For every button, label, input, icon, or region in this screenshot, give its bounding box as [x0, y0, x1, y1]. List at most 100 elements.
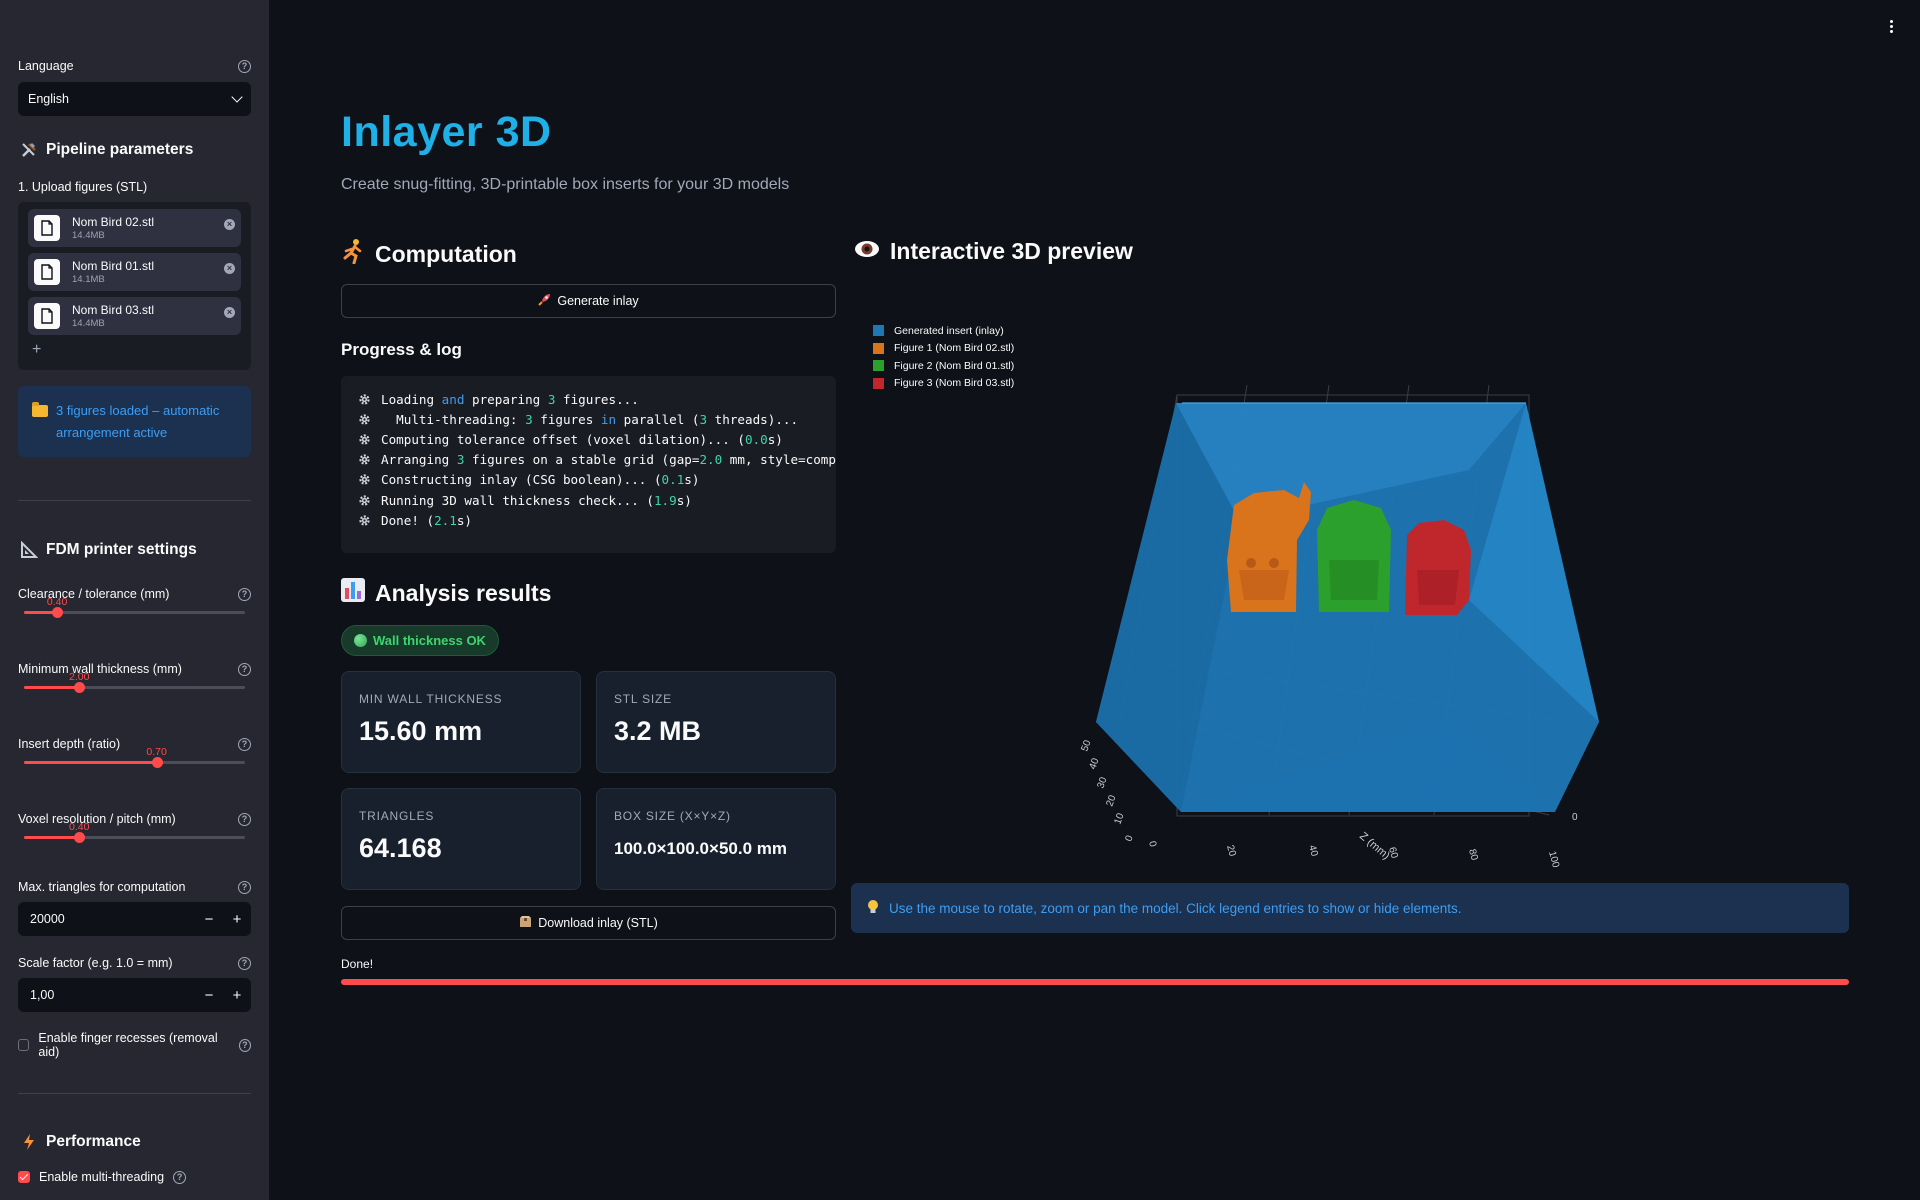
x-tick-label: 0 [1146, 840, 1158, 849]
performance-heading: Performance [20, 1133, 251, 1151]
z-tick-label: 10 [1112, 811, 1126, 826]
increment-button[interactable]: + [223, 987, 251, 1004]
scale-label: Scale factor (e.g. 1.0 = mm) [18, 956, 173, 970]
x-axis-ticks: 0 20 40 60 80 100 [1146, 840, 1561, 869]
max-triangles-row: Max. triangles for computation ? [18, 880, 251, 894]
printer-heading: FDM printer settings [20, 541, 251, 559]
info-box: 3 figures loaded – automatic arrangement… [18, 386, 251, 457]
slider[interactable]: 0.70 [18, 746, 251, 768]
scale-row: Scale factor (e.g. 1.0 = mm) ? [18, 956, 251, 970]
finger-recess-checkbox[interactable] [18, 1039, 30, 1051]
x-tick-label: 100 [1546, 850, 1561, 869]
finger-recess-label: Enable finger recesses (removal aid) [38, 1031, 218, 1059]
help-icon[interactable]: ? [173, 1170, 187, 1184]
help-icon[interactable]: ? [238, 1038, 251, 1052]
pipeline-title: Pipeline parameters [46, 141, 194, 158]
uploaded-file[interactable]: Nom Bird 02.stl 14.4MB × [28, 209, 241, 247]
hint-text: Use the mouse to rotate, zoom or pan the… [889, 900, 1462, 916]
y-axis-tick: 0 [1572, 812, 1578, 823]
slider-handle[interactable] [74, 832, 86, 843]
sidebar: Language ? English Pipeline parameters 1… [0, 0, 269, 1200]
chevron-down-icon [231, 91, 243, 103]
slider-value: 2.00 [69, 671, 90, 683]
file-uploader[interactable]: Nom Bird 02.stl 14.4MB × Nom Bird 01.stl 14.… [18, 202, 251, 370]
tools-icon [20, 141, 38, 159]
3d-preview-canvas[interactable]: 0 20 40 60 80 100 01020304050 Z (mm) 0 [269, 0, 1920, 880]
slider-handle[interactable] [74, 682, 86, 693]
slider-value: 0.70 [146, 746, 167, 758]
hint-box: Use the mouse to rotate, zoom or pan the… [851, 883, 1849, 933]
help-icon[interactable]: ? [238, 59, 251, 73]
performance-title: Performance [46, 1133, 141, 1150]
main-area: Inlayer 3D Create snug-fitting, 3D-print… [269, 0, 1920, 1200]
file-size: 14.4MB [72, 230, 105, 241]
slider-fill [24, 761, 157, 764]
x-tick-label: 80 [1466, 848, 1480, 862]
slider-fill [24, 686, 80, 689]
divider [18, 1093, 251, 1094]
upload-label: 1. Upload figures (STL) [18, 180, 251, 194]
file-name: Nom Bird 02.stl [72, 215, 155, 229]
file-name: Nom Bird 01.stl [72, 259, 155, 273]
divider [18, 500, 251, 501]
download-label: Download inlay (STL) [538, 916, 658, 930]
z-tick-label: 0 [1123, 834, 1135, 843]
z-tick-label: 50 [1079, 738, 1093, 753]
file-size: 14.1MB [72, 274, 105, 285]
file-icon [34, 215, 60, 241]
remove-file-icon[interactable]: × [224, 307, 235, 318]
triangle-ruler-icon [20, 541, 38, 559]
max-triangles-label: Max. triangles for computation [18, 880, 186, 894]
download-inlay-button[interactable]: Download inlay (STL) [341, 906, 836, 940]
remove-file-icon[interactable]: × [224, 263, 235, 274]
upload-label-text: 1. Upload figures (STL) [18, 180, 148, 194]
x-tick-label: 40 [1306, 844, 1320, 858]
language-label-row: Language ? [18, 59, 251, 73]
scale-value[interactable]: 1,00 [30, 988, 195, 1002]
progress-bar [341, 979, 1849, 985]
slider-value: 0.40 [69, 821, 90, 833]
file-icon [34, 259, 60, 285]
file-name: Nom Bird 03.stl [72, 303, 155, 317]
figure-3-mesh [1405, 520, 1471, 615]
figure-2-mesh [1317, 500, 1391, 612]
multithread-checkbox[interactable] [18, 1171, 30, 1183]
file-size: 14.4MB [72, 318, 105, 329]
info-text: 3 figures loaded – automatic arrangement… [56, 403, 220, 440]
slider-handle[interactable] [52, 607, 64, 618]
max-triangles-value[interactable]: 20000 [30, 912, 195, 926]
remove-file-icon[interactable]: × [224, 219, 235, 230]
uploaded-file[interactable]: Nom Bird 01.stl 14.1MB × [28, 253, 241, 291]
uploaded-file[interactable]: Nom Bird 03.stl 14.4MB × [28, 297, 241, 335]
help-icon[interactable]: ? [238, 880, 251, 894]
multithread-label: Enable multi-threading [39, 1170, 165, 1184]
slider[interactable]: 2.00 [18, 671, 251, 693]
language-select[interactable]: English [18, 82, 251, 116]
slider-fill [24, 836, 80, 839]
folder-icon [32, 402, 48, 417]
file-icon [34, 303, 60, 329]
help-icon[interactable]: ? [238, 956, 251, 970]
slider[interactable]: 0.40 [18, 596, 251, 618]
z-tick-label: 40 [1087, 756, 1101, 771]
add-file-button[interactable]: + [32, 341, 241, 359]
pipeline-heading: Pipeline parameters [20, 141, 251, 159]
language-label: Language [18, 59, 74, 73]
slider-value: 0.40 [46, 596, 68, 608]
scale-stepper[interactable]: 1,00 − + [18, 978, 251, 1012]
z-tick-label: 20 [1104, 793, 1118, 808]
increment-button[interactable]: + [223, 911, 251, 928]
decrement-button[interactable]: − [195, 911, 223, 928]
slider-handle[interactable] [151, 757, 163, 768]
max-triangles-stepper[interactable]: 20000 − + [18, 902, 251, 936]
file-list: Nom Bird 02.stl 14.4MB × Nom Bird 01.stl 14.… [28, 209, 241, 335]
z-tick-label: 30 [1095, 775, 1109, 790]
lightning-icon [20, 1133, 38, 1151]
multithread-checkbox-row[interactable]: Enable multi-threading ? [18, 1170, 251, 1184]
printer-title: FDM printer settings [46, 541, 197, 558]
language-value: English [28, 92, 69, 106]
z-axis-title: Z (mm) [1357, 830, 1392, 862]
slider[interactable]: 0.40 [18, 821, 251, 843]
finger-recess-checkbox-row[interactable]: Enable finger recesses (removal aid) ? [18, 1031, 251, 1059]
decrement-button[interactable]: − [195, 987, 223, 1004]
